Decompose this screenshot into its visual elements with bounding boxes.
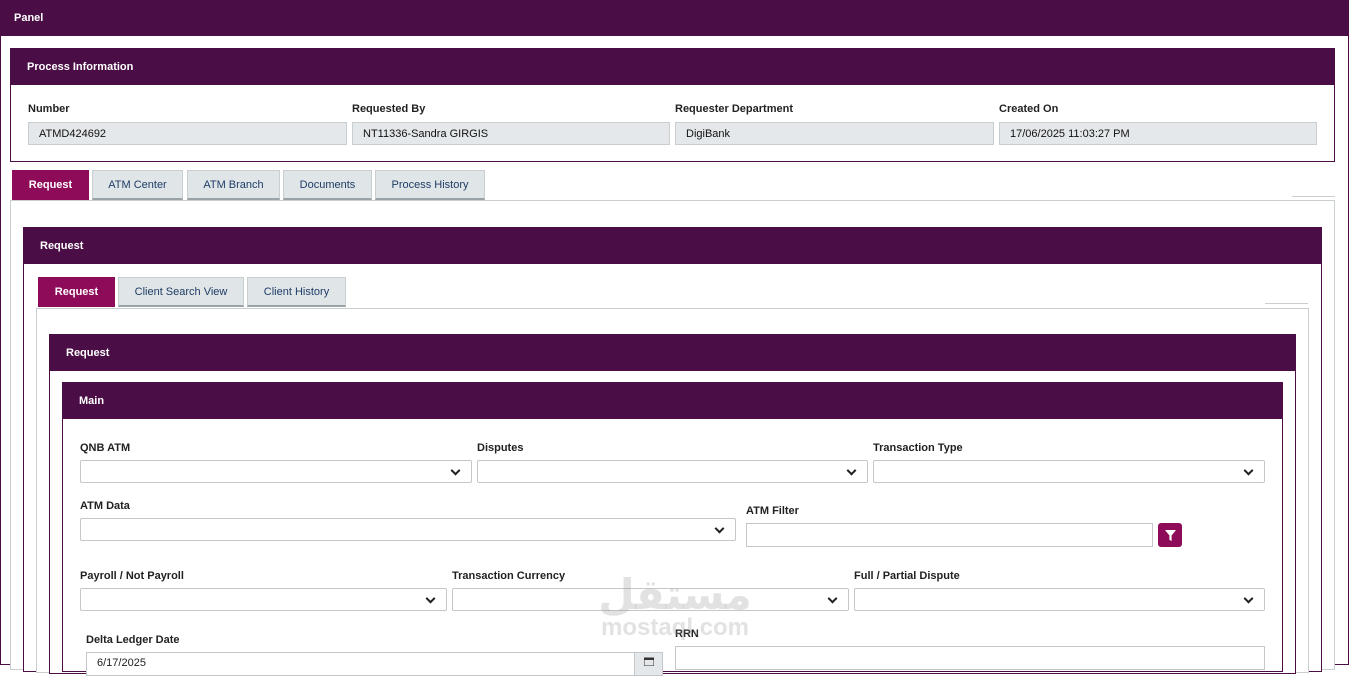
created-on-field: 17/06/2025 11:03:27 PM [999,122,1317,145]
chevron-down-icon [1243,593,1254,604]
inner-tab-client-search-view[interactable]: Client Search View [118,277,244,307]
atm-data-select[interactable] [80,518,736,541]
disputes-select[interactable] [477,460,868,483]
full-partial-dispute-select[interactable] [854,588,1265,611]
number-field: ATMD424692 [28,122,347,145]
inner-tab-request[interactable]: Request [38,277,115,307]
tab-documents[interactable]: Documents [283,170,372,200]
atm-data-label: ATM Data [80,500,130,512]
created-on-label: Created On [999,103,1059,115]
delta-ledger-date-label: Delta Ledger Date [86,634,180,646]
filter-button[interactable] [1158,523,1182,547]
inner-tab-client-history[interactable]: Client History [247,277,346,307]
process-info-panel: Process Information Number ATMD424692 Re… [10,48,1335,162]
inner-request-header: Request [50,335,1295,371]
calendar-button[interactable] [634,652,663,676]
rrn-label: RRN [675,628,699,640]
payroll-label: Payroll / Not Payroll [80,570,184,582]
atm-filter-label: ATM Filter [746,505,799,517]
chevron-down-icon [1243,465,1254,476]
tab-strip-line [1292,196,1335,197]
rrn-input[interactable] [675,646,1265,670]
request-section-header: Request [24,228,1321,264]
requested-by-field: NT11336-Sandra GIRGIS [352,122,670,145]
chevron-down-icon [450,465,461,476]
delta-ledger-date-input[interactable]: 6/17/2025 [86,652,635,676]
disputes-label: Disputes [477,442,524,454]
chevron-down-icon [714,523,725,534]
tab-process-history[interactable]: Process History [375,170,485,200]
chevron-down-icon [425,593,436,604]
transaction-type-select[interactable] [873,460,1265,483]
process-info-header: Process Information [11,49,1334,85]
transaction-type-label: Transaction Type [873,442,963,454]
request-section-title: Request [40,240,84,252]
qnb-atm-label: QNB ATM [80,442,131,454]
requested-by-label: Requested By [352,103,426,115]
chevron-down-icon [846,465,857,476]
process-info-title: Process Information [27,61,134,73]
requester-department-label: Requester Department [675,103,793,115]
inner-request-title: Request [66,347,110,359]
number-label: Number [28,103,70,115]
panel-header: Panel [0,0,1349,36]
filter-icon [1164,529,1176,541]
qnb-atm-select[interactable] [80,460,472,483]
transaction-currency-label: Transaction Currency [452,570,566,582]
panel-title: Panel [14,12,44,24]
atm-filter-input[interactable] [746,523,1153,547]
transaction-currency-select[interactable] [452,588,849,611]
requester-department-field: DigiBank [675,122,994,145]
payroll-select[interactable] [80,588,447,611]
main-section-title: Main [79,395,105,407]
inner-tab-strip-line [1265,303,1308,304]
tab-atm-branch[interactable]: ATM Branch [187,170,280,200]
full-partial-dispute-label: Full / Partial Dispute [854,570,960,582]
tab-request[interactable]: Request [12,170,89,200]
chevron-down-icon [827,593,838,604]
tab-atm-center[interactable]: ATM Center [92,170,183,200]
main-section-header: Main [63,383,1282,419]
